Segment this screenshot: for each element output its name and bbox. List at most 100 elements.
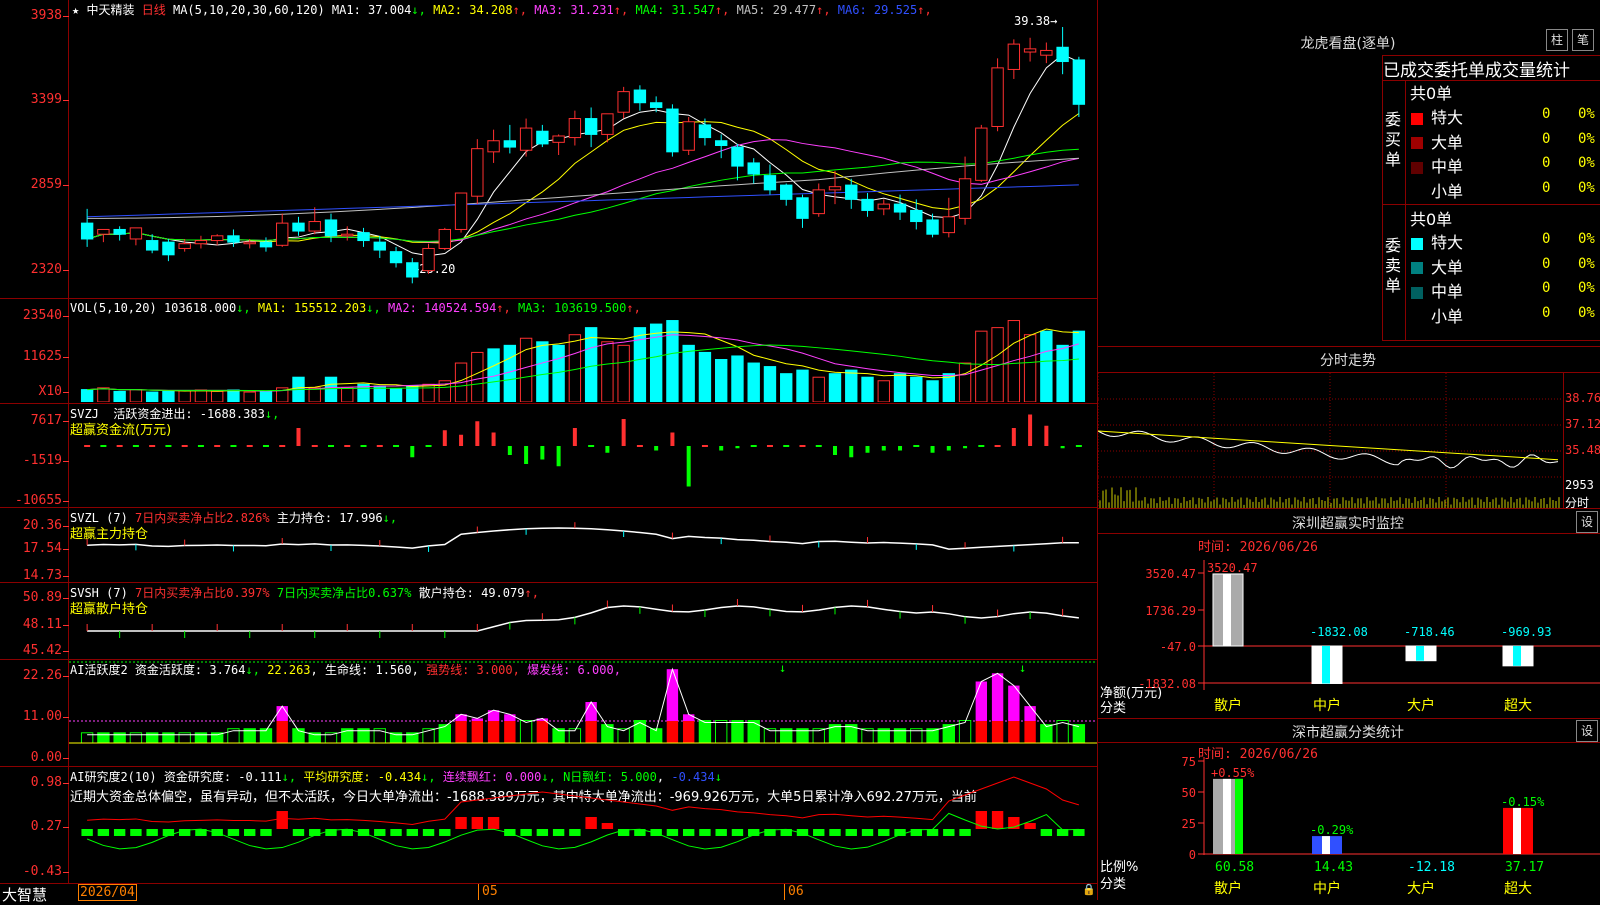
candle-body [97, 228, 110, 235]
activity-bar [276, 721, 288, 743]
monitor-bar-highlight [1322, 646, 1330, 684]
activity-bar [585, 721, 597, 743]
intraday-axis-line [1563, 373, 1564, 508]
order-pct: 0% [1578, 304, 1595, 321]
sz-class-title: 深市超赢分类统计 [1292, 725, 1404, 741]
ai-research-chart[interactable] [69, 767, 1097, 883]
fund-flow-bar [132, 445, 139, 447]
lock-icon[interactable]: 🔒 [1082, 883, 1096, 896]
candlestick-chart[interactable] [69, 14, 1097, 296]
fund-flow-bar [621, 419, 626, 446]
research-bar [585, 817, 597, 829]
research-bar [1040, 829, 1053, 836]
fund-flow-bar [963, 446, 968, 449]
research-bar [260, 829, 272, 836]
color-swatch [1411, 186, 1423, 198]
sz-class-settings-button[interactable]: 设 [1576, 720, 1598, 742]
axis-label: X10 [38, 384, 62, 399]
monitor-value-label: -718.46 [1404, 625, 1455, 639]
retail-chart[interactable] [69, 583, 1097, 658]
fund-flow-bar [799, 445, 806, 447]
class-bar-highlight [1322, 836, 1330, 854]
research-bar [536, 829, 549, 836]
axis-label: 45.42 [22, 643, 62, 658]
volume-bar [324, 376, 338, 402]
class-title-border [1098, 742, 1600, 743]
monitor-axis-label: -1832.08 [1138, 677, 1196, 691]
fund-flow-bar [165, 445, 172, 447]
volume-bar [536, 341, 549, 402]
research-bar [471, 817, 484, 829]
class-category-label: 大户 [1407, 880, 1435, 897]
class-pct-label: -0.29% [1310, 823, 1354, 837]
fund-flow-bar [1075, 445, 1082, 447]
activity-bar [1008, 721, 1020, 743]
order-count: 0 [1542, 255, 1551, 272]
fund-flow-bar [636, 445, 643, 447]
research-bar [455, 817, 467, 829]
activity-bar [747, 720, 760, 744]
intraday-chart[interactable] [1098, 373, 1563, 508]
ai-activity-chart[interactable]: ↓ ↓ [69, 660, 1097, 765]
monitor-axis-label: -47.0 [1160, 640, 1196, 654]
class-pct-label: -0.15% [1501, 795, 1545, 809]
class-value-label: 37.17 [1505, 860, 1544, 875]
monitor-bar-highlight [1513, 646, 1521, 666]
fund-flow-bar [670, 432, 675, 446]
axis-label: -10655 [15, 493, 62, 508]
sz-monitor-chart[interactable]: 3520.47 1736.29 -47.0 -1832.08 3520.47 散户 -183… [1098, 550, 1600, 720]
candle-body [812, 189, 825, 215]
volume-bar [422, 383, 435, 402]
research-bar [878, 829, 890, 836]
class-axis-label: 75 [1182, 755, 1196, 769]
volume-bar [211, 390, 224, 402]
candle-body [796, 197, 809, 219]
sell-total: 共0单 [1410, 210, 1453, 229]
color-swatch [1411, 262, 1423, 274]
main-force-chart[interactable] [69, 508, 1097, 581]
axis-label: 7617 [30, 413, 62, 428]
volume-bar [715, 359, 728, 402]
monitor-value-label: -1832.08 [1310, 625, 1368, 639]
main-chart-area[interactable]: ★ 中天精装 日线 MA(5,10,20,30,60,120) MA1: 37.… [0, 0, 1098, 904]
tick-mode-button[interactable]: 笔 [1572, 29, 1594, 51]
research-line [87, 776, 1080, 826]
ma-value: MA2: 140524.594 [387, 301, 497, 315]
volume-bar [341, 387, 354, 402]
volume-bar [747, 362, 760, 402]
research-bar [439, 829, 451, 836]
fund-flow-bar [930, 446, 935, 453]
candle-body [162, 241, 175, 256]
candle-body [698, 124, 712, 139]
axis-label: -1519 [22, 453, 62, 468]
activity-bar [276, 706, 288, 721]
volume-bar [763, 366, 777, 402]
sz-class-chart[interactable]: 75 50 25 0 +0.55% 60.58 散户 -0.29% 14.43 中户 -12.18 大… [1098, 755, 1600, 900]
color-swatch [1411, 161, 1423, 174]
activity-bar [682, 721, 695, 743]
candle-body [178, 243, 191, 249]
candle-body [471, 148, 484, 197]
divider-7 [0, 883, 1097, 884]
buy-side-label: 委买单 [1385, 110, 1402, 169]
sz-monitor-settings-button[interactable]: 设 [1576, 511, 1598, 533]
bar-mode-button[interactable]: 柱 [1546, 29, 1568, 51]
volume-bar [162, 390, 175, 402]
brand-logo[interactable]: 大智慧 [2, 884, 47, 905]
axis-label: 14.73 [22, 568, 62, 583]
fund-flow-bar [507, 446, 512, 455]
volume-params: VOL(5,10,20) [70, 301, 157, 315]
fund-flow-chart[interactable] [69, 404, 1097, 506]
monitor-value-label: 3520.47 [1207, 561, 1258, 575]
volume-bar [958, 362, 972, 402]
candle-body [731, 146, 744, 167]
order-divider [1382, 204, 1600, 205]
volume-bar [1072, 330, 1086, 402]
volume-bar [698, 351, 712, 402]
volume-chart[interactable] [69, 317, 1097, 402]
volume-bar [389, 388, 403, 402]
volume-bar [503, 344, 517, 402]
volume-bar [910, 376, 923, 402]
research-bar [715, 829, 727, 836]
fund-flow-bar [1028, 414, 1033, 446]
